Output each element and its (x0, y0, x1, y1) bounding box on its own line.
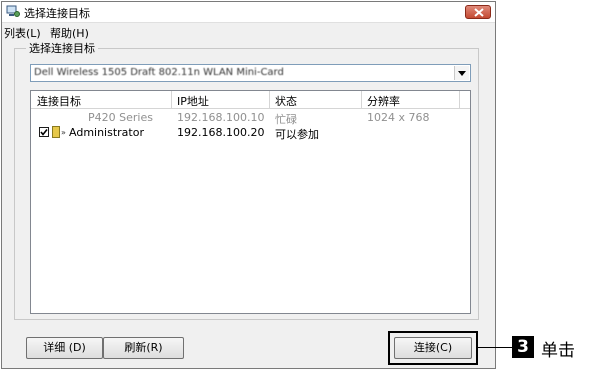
callout-line (478, 347, 512, 348)
refresh-button[interactable]: 刷新(R) (103, 337, 184, 359)
chevron-down-icon (458, 71, 466, 76)
column-divider[interactable] (459, 91, 460, 108)
close-button[interactable] (465, 5, 491, 19)
double-arrow-icon: » (61, 128, 66, 137)
step-number-badge: 3 (512, 336, 534, 358)
menu-list[interactable]: 列表(L) (4, 25, 41, 41)
app-icon (6, 5, 20, 17)
checkmark-icon (40, 129, 48, 136)
row-resolution: 1024 x 768 (367, 111, 430, 124)
device-icon (52, 126, 60, 138)
row-checkbox[interactable] (39, 127, 49, 137)
column-header-status[interactable]: 状态 (275, 93, 297, 109)
row-target-name: P420 Series (88, 111, 153, 124)
menu-help[interactable]: 帮助(H) (50, 25, 89, 41)
list-row[interactable]: » Administrator 192.168.100.20 可以参加 (31, 125, 470, 141)
network-adapter-select[interactable]: Dell Wireless 1505 Draft 802.11n WLAN Mi… (30, 64, 471, 82)
details-button[interactable]: 详细 (D) (26, 337, 103, 359)
column-divider[interactable] (361, 91, 362, 108)
target-group-label: 选择连接目标 (26, 40, 98, 56)
row-ip: 192.168.100.20 (177, 126, 265, 139)
network-adapter-value: Dell Wireless 1505 Draft 802.11n WLAN Mi… (34, 67, 284, 78)
column-divider[interactable] (171, 91, 172, 108)
window-title: 选择连接目标 (24, 7, 90, 20)
connection-target-list[interactable]: 连接目标 IP地址 状态 分辨率 P420 Series 192.168.100… (30, 90, 471, 314)
close-icon (474, 8, 484, 17)
row-status: 可以参加 (275, 128, 319, 141)
column-divider[interactable] (269, 91, 270, 108)
menu-bar: 列表(L) 帮助(H) (2, 23, 495, 41)
row-target-name: Administrator (69, 126, 144, 139)
connect-highlight-box (388, 331, 478, 365)
list-row[interactable]: P420 Series 192.168.100.10 忙碌 1024 x 768 (31, 110, 470, 126)
combo-dropdown-button[interactable] (454, 66, 469, 80)
title-bar: 选择连接目标 (2, 2, 495, 23)
column-header-resolution[interactable]: 分辨率 (367, 93, 400, 109)
list-header: 连接目标 IP地址 状态 分辨率 (31, 91, 470, 109)
column-header-ip[interactable]: IP地址 (177, 93, 209, 109)
step-instruction: 单击 (541, 341, 575, 361)
column-header-target[interactable]: 连接目标 (37, 93, 81, 109)
row-ip: 192.168.100.10 (177, 111, 265, 124)
